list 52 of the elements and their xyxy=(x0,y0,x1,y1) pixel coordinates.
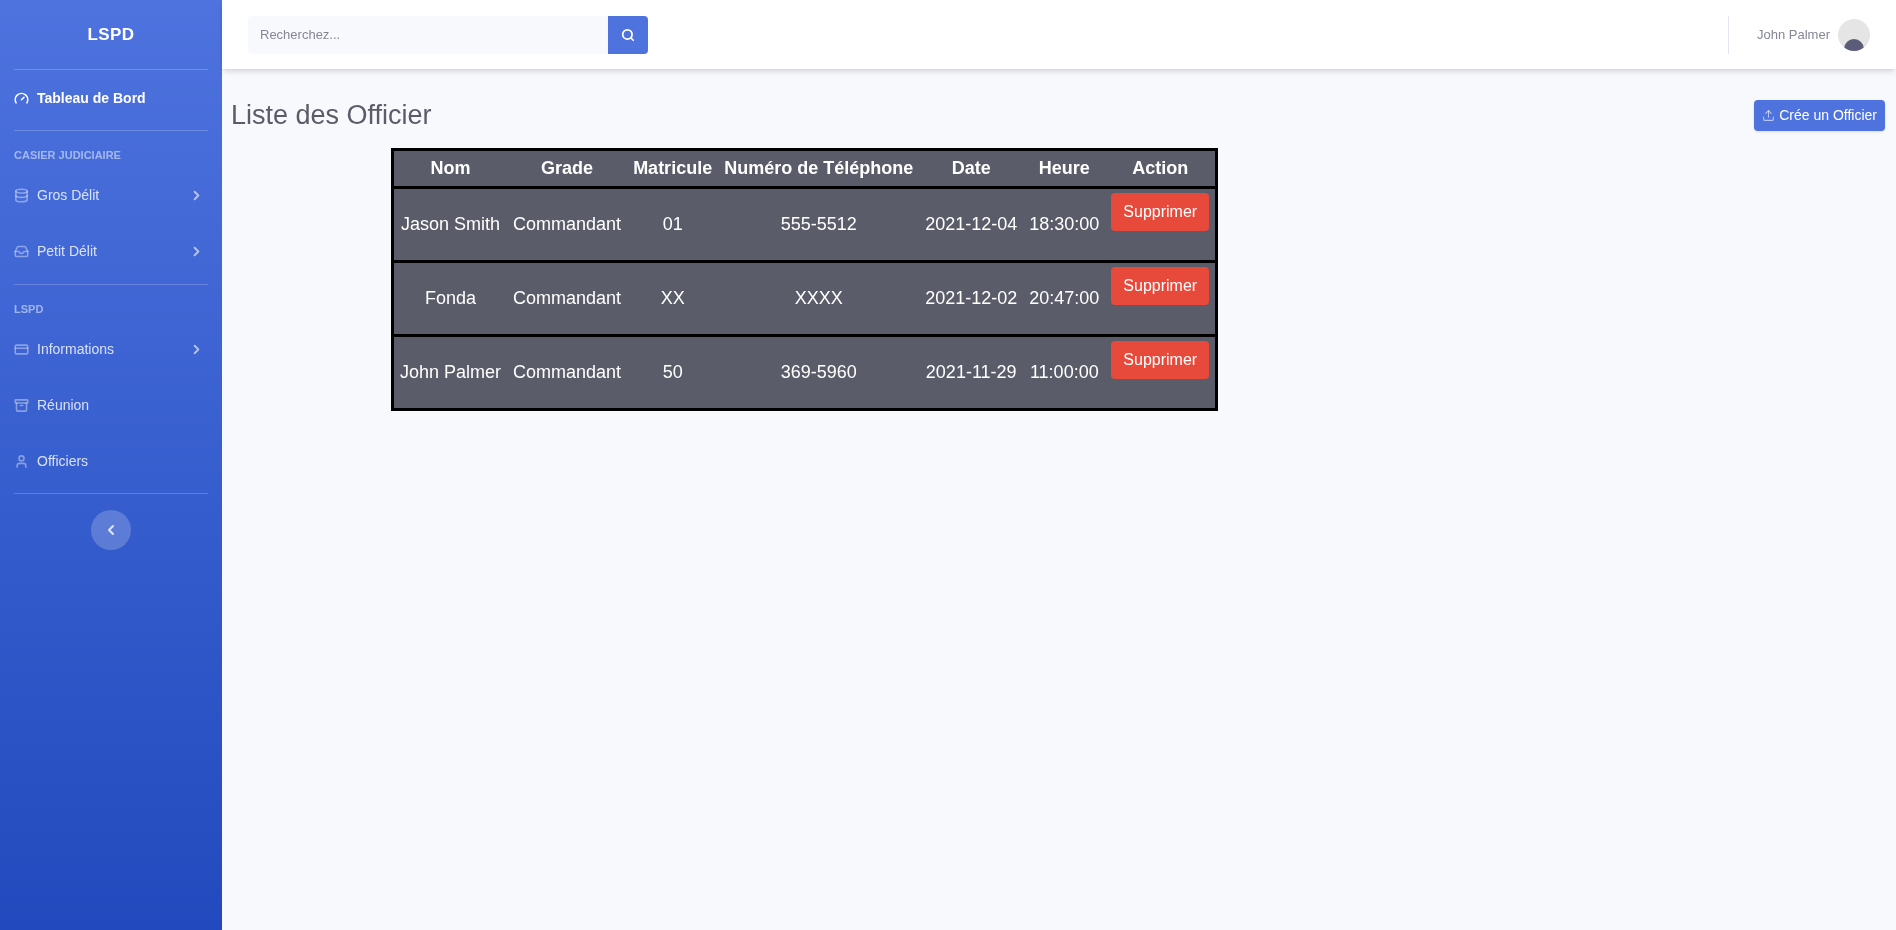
brand-logo[interactable]: LSPD xyxy=(14,0,208,69)
column-header: Matricule xyxy=(627,149,719,187)
delete-button[interactable]: Supprimer xyxy=(1111,266,1210,305)
sidebar-item[interactable]: Petit Délit xyxy=(14,223,208,280)
sidebar-item[interactable]: Officiers xyxy=(14,433,208,489)
search-button[interactable] xyxy=(608,15,648,54)
table-cell: 50 xyxy=(627,335,719,409)
table-cell: 555-5512 xyxy=(718,187,920,261)
table-cell: XXXX xyxy=(718,261,920,335)
table-cell: Fonda xyxy=(392,261,508,335)
delete-button[interactable]: Supprimer xyxy=(1111,192,1210,231)
sidebar-item[interactable]: Gros Délit xyxy=(14,167,208,224)
table-cell: 369-5960 xyxy=(718,335,920,409)
column-header: Nom xyxy=(392,149,508,187)
database-icon xyxy=(14,188,29,203)
section-heading: LSPD xyxy=(14,301,45,317)
page-title: Liste des Officier xyxy=(231,99,432,132)
column-header: Action xyxy=(1105,149,1217,187)
sidebar-toggle-button[interactable] xyxy=(91,510,131,550)
column-header: Heure xyxy=(1023,149,1106,187)
user-icon xyxy=(14,453,29,469)
table-cell: 11:00:00 xyxy=(1023,335,1106,409)
table-cell: 20:47:00 xyxy=(1023,261,1106,335)
column-header: Date xyxy=(919,149,1024,187)
inbox-icon xyxy=(14,244,29,259)
table-cell: 2021-12-04 xyxy=(919,187,1024,261)
section-heading: CASIER JUDICIAIRE xyxy=(14,148,122,163)
table-cell: 18:30:00 xyxy=(1023,187,1106,261)
table-cell: John Palmer xyxy=(392,335,508,409)
table-cell: 2021-11-29 xyxy=(919,335,1024,409)
sidebar-item[interactable]: Réunion xyxy=(14,377,208,433)
sidebar-item[interactable]: Tableau de Bord xyxy=(14,70,208,126)
create-officer-button[interactable]: Crée un Officier xyxy=(1754,99,1885,131)
avatar-icon[interactable] xyxy=(1838,18,1870,51)
sidebar-item[interactable]: Informations xyxy=(14,321,208,377)
table-cell: Commandant xyxy=(507,187,628,261)
user-name[interactable]: John Palmer xyxy=(1757,24,1830,45)
table-cell: Commandant xyxy=(507,335,628,409)
card-icon xyxy=(14,341,29,357)
delete-button[interactable]: Supprimer xyxy=(1111,340,1210,379)
table-cell: Jason Smith xyxy=(392,187,508,261)
gauge-icon xyxy=(14,90,29,106)
column-header: Grade xyxy=(507,149,628,187)
upload-icon xyxy=(1762,108,1776,122)
column-header: Numéro de Téléphone xyxy=(718,149,920,187)
search-icon xyxy=(621,27,635,42)
table-cell: 01 xyxy=(627,187,719,261)
archive-icon xyxy=(14,397,29,413)
table-cell: Commandant xyxy=(507,261,628,335)
table-cell: 2021-12-02 xyxy=(919,261,1024,335)
table-cell: XX xyxy=(627,261,719,335)
search-field[interactable]: Recherchez... xyxy=(248,15,608,54)
